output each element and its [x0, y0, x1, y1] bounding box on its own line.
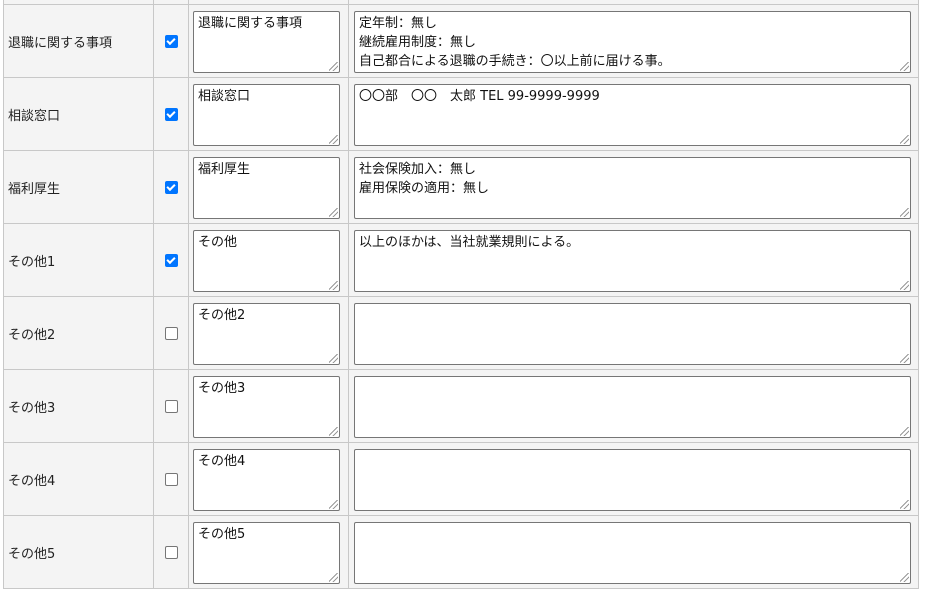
title-textarea[interactable]: その他4 — [193, 449, 340, 511]
content-textarea[interactable]: 〇〇部 〇〇 太郎 TEL 99-9999-9999 — [354, 84, 911, 146]
resize-handle-icon[interactable] — [329, 427, 338, 436]
resize-handle-icon[interactable] — [900, 208, 909, 217]
row-label: その他3 — [8, 400, 56, 416]
table-row: その他4 その他4 — [4, 443, 918, 516]
title-text: その他2 — [198, 308, 246, 323]
check-mark-icon — [166, 254, 176, 264]
content-textarea[interactable]: 定年制：無し 継続雇用制度：無し 自己都合による退職の手続き：〇以上前に届ける事… — [354, 11, 911, 73]
table-row: 福利厚生 福利厚生 社会保険加入：無し 雇用保険の適用：無し — [4, 151, 918, 224]
row-checkbox[interactable] — [164, 545, 178, 559]
title-textarea[interactable]: 福利厚生 — [193, 157, 340, 219]
row-checkbox[interactable] — [164, 34, 178, 48]
row-label: その他2 — [8, 327, 56, 343]
resize-handle-icon[interactable] — [329, 500, 338, 509]
table-row: 相談窓口 相談窓口 〇〇部 〇〇 太郎 TEL 99-9999-9999 — [4, 78, 918, 151]
resize-handle-icon[interactable] — [329, 573, 338, 582]
resize-handle-icon[interactable] — [900, 62, 909, 71]
title-textarea[interactable]: 相談窓口 — [193, 84, 340, 146]
title-text: 相談窓口 — [198, 89, 251, 104]
title-textarea[interactable]: その他5 — [193, 522, 340, 584]
row-checkbox[interactable] — [164, 399, 178, 413]
title-textarea[interactable]: その他3 — [193, 376, 340, 438]
content-textarea[interactable] — [354, 522, 911, 584]
row-checkbox[interactable] — [164, 326, 178, 340]
row-label: 福利厚生 — [8, 181, 61, 197]
row-checkbox[interactable] — [164, 107, 178, 121]
row-label: その他5 — [8, 546, 56, 562]
row-checkbox[interactable] — [164, 180, 178, 194]
title-text: 福利厚生 — [198, 162, 251, 177]
resize-handle-icon[interactable] — [329, 62, 338, 71]
content-textarea[interactable] — [354, 449, 911, 511]
resize-handle-icon[interactable] — [900, 354, 909, 363]
title-text: その他5 — [198, 527, 246, 542]
resize-handle-icon[interactable] — [900, 281, 909, 290]
table-row: 退職に関する事項 退職に関する事項 定年制：無し 継続雇用制度：無し 自己都合に… — [4, 5, 918, 78]
content-textarea[interactable] — [354, 376, 911, 438]
title-textarea[interactable]: その他2 — [193, 303, 340, 365]
row-checkbox[interactable] — [164, 472, 178, 486]
content-text: 以上のほかは、当社就業規則による。 — [359, 235, 580, 250]
row-label: その他4 — [8, 473, 56, 489]
resize-handle-icon[interactable] — [900, 427, 909, 436]
check-mark-icon — [166, 35, 176, 45]
resize-handle-icon[interactable] — [900, 500, 909, 509]
row-label: 相談窓口 — [8, 108, 61, 124]
title-textarea[interactable]: 退職に関する事項 — [193, 11, 340, 73]
table-row: その他1 その他 以上のほかは、当社就業規則による。 — [4, 224, 918, 297]
content-textarea[interactable]: 以上のほかは、当社就業規則による。 — [354, 230, 911, 292]
title-text: その他3 — [198, 381, 246, 396]
title-textarea[interactable]: その他 — [193, 230, 340, 292]
resize-handle-icon[interactable] — [900, 573, 909, 582]
title-text: 退職に関する事項 — [198, 16, 303, 31]
content-text: 社会保険加入：無し 雇用保険の適用：無し — [359, 162, 490, 196]
content-text: 〇〇部 〇〇 太郎 TEL 99-9999-9999 — [359, 89, 600, 104]
resize-handle-icon[interactable] — [329, 208, 338, 217]
resize-handle-icon[interactable] — [900, 135, 909, 144]
title-text: その他4 — [198, 454, 246, 469]
row-label: 退職に関する事項 — [8, 35, 113, 51]
table-row: その他3 その他3 — [4, 370, 918, 443]
row-checkbox[interactable] — [164, 253, 178, 267]
settings-table: 退職に関する事項 退職に関する事項 定年制：無し 継続雇用制度：無し 自己都合に… — [3, 0, 919, 589]
title-text: その他 — [198, 235, 238, 250]
content-textarea[interactable] — [354, 303, 911, 365]
resize-handle-icon[interactable] — [329, 281, 338, 290]
resize-handle-icon[interactable] — [329, 354, 338, 363]
check-mark-icon — [166, 181, 176, 191]
check-mark-icon — [166, 108, 176, 118]
resize-handle-icon[interactable] — [329, 135, 338, 144]
table-row: その他5 その他5 — [4, 516, 918, 589]
row-label: その他1 — [8, 254, 56, 270]
content-text: 定年制：無し 継続雇用制度：無し 自己都合による退職の手続き：〇以上前に届ける事… — [359, 16, 671, 69]
table-row: その他2 その他2 — [4, 297, 918, 370]
content-textarea[interactable]: 社会保険加入：無し 雇用保険の適用：無し — [354, 157, 911, 219]
